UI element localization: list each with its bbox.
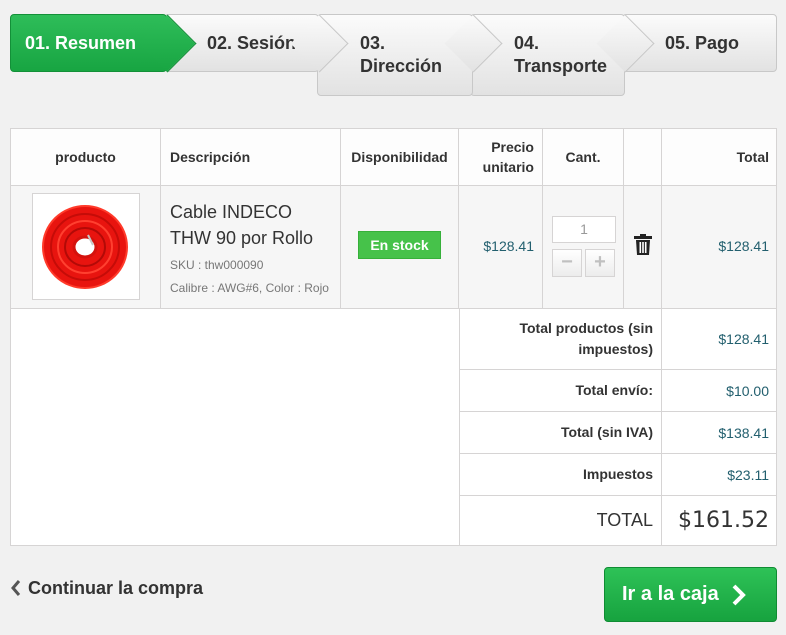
header-unit-price-label-2: unitario: [482, 159, 534, 175]
header-unit-price: Precio unitario: [459, 129, 543, 185]
product-name-line1: Cable INDECO: [170, 202, 293, 222]
qty-cell: 1 − +: [543, 186, 624, 308]
product-name-line2: THW 90 por Rollo: [170, 228, 314, 248]
step-direccion-label: Dirección: [360, 56, 443, 76]
continue-shopping-link[interactable]: Continuar la compra: [10, 578, 203, 599]
line-total-cell: $128.41: [662, 186, 777, 308]
quantity-decrease-button[interactable]: −: [552, 249, 582, 277]
unit-price-cell: $128.41: [459, 186, 543, 308]
checkout-label: Ir a la caja: [622, 583, 719, 605]
step-pago-label: 05. Pago: [665, 33, 740, 53]
trash-icon[interactable]: [634, 234, 652, 255]
total-shipping-label: Total envío:: [459, 370, 662, 412]
step-transporte-label: Transporte: [514, 56, 608, 76]
total-no-vat-label: Total (sin IVA): [459, 412, 662, 454]
product-image-cell: [11, 186, 161, 308]
cart-totals: Total productos (sin impuestos) $128.41 …: [11, 309, 777, 545]
table-header: producto Descripción Disponibilidad Prec…: [11, 129, 776, 186]
in-stock-badge: En stock: [358, 230, 441, 259]
header-description-label: Descripción: [170, 149, 251, 165]
tax-value: $23.11: [662, 454, 777, 496]
cable-coil-image: [42, 205, 128, 289]
step-transporte-number: 04.: [514, 33, 540, 53]
table-row: Cable INDECO THW 90 por Rollo SKU : thw0…: [11, 186, 776, 309]
header-total-label: Total: [736, 149, 769, 165]
step-sesion-label: 02. Sesión: [207, 33, 297, 53]
step-transporte[interactable]: 04. Transporte: [470, 14, 655, 96]
product-image[interactable]: [32, 193, 140, 300]
checkout-steps: 05. Pago 04. Transporte 03. Dirección 02…: [10, 14, 777, 96]
checkout-button[interactable]: Ir a la caja: [604, 567, 777, 622]
header-availability-label: Disponibilidad: [351, 149, 448, 165]
step-direccion-number: 03.: [360, 33, 386, 53]
availability-cell: En stock: [341, 186, 459, 308]
grand-total-label: TOTAL: [459, 496, 662, 545]
tax-label: Impuestos: [459, 454, 662, 496]
step-direccion[interactable]: 03. Dirección: [317, 14, 503, 96]
product-sku: SKU : thw000090: [170, 258, 264, 272]
product-name-link[interactable]: Cable INDECO THW 90 por Rollo: [170, 199, 340, 251]
quantity-input[interactable]: 1: [552, 216, 616, 243]
header-qty: Cant.: [543, 129, 624, 185]
cart-table: producto Descripción Disponibilidad Prec…: [10, 128, 777, 546]
header-delete: [624, 129, 662, 185]
step-resumen-label: 01. Resumen: [25, 33, 137, 53]
unit-price: $128.41: [483, 238, 534, 254]
header-availability: Disponibilidad: [341, 129, 459, 185]
chevron-left-icon: [11, 580, 21, 596]
header-description: Descripción: [161, 129, 341, 185]
line-total: $128.41: [718, 238, 769, 254]
product-attributes: Calibre : AWG#6, Color : Rojo: [170, 281, 329, 295]
step-resumen[interactable]: 01. Resumen: [10, 14, 197, 73]
continue-shopping-label: Continuar la compra: [28, 578, 204, 598]
grand-total-value: $161.52: [678, 508, 769, 533]
header-product: producto: [11, 129, 161, 185]
quantity-increase-button[interactable]: +: [585, 249, 615, 277]
delete-cell: [624, 186, 662, 308]
header-qty-label: Cant.: [565, 149, 601, 165]
header-product-label: producto: [55, 149, 116, 165]
header-unit-price-label-1: Precio: [491, 139, 534, 155]
chevron-right-icon: [732, 584, 746, 605]
header-total: Total: [662, 129, 777, 185]
total-products-value: $128.41: [662, 309, 777, 370]
total-products-label: Total productos (sin impuestos): [459, 309, 662, 370]
total-shipping-value: $10.00: [662, 370, 777, 412]
product-description-cell: Cable INDECO THW 90 por Rollo SKU : thw0…: [161, 186, 341, 308]
total-no-vat-value: $138.41: [662, 412, 777, 454]
